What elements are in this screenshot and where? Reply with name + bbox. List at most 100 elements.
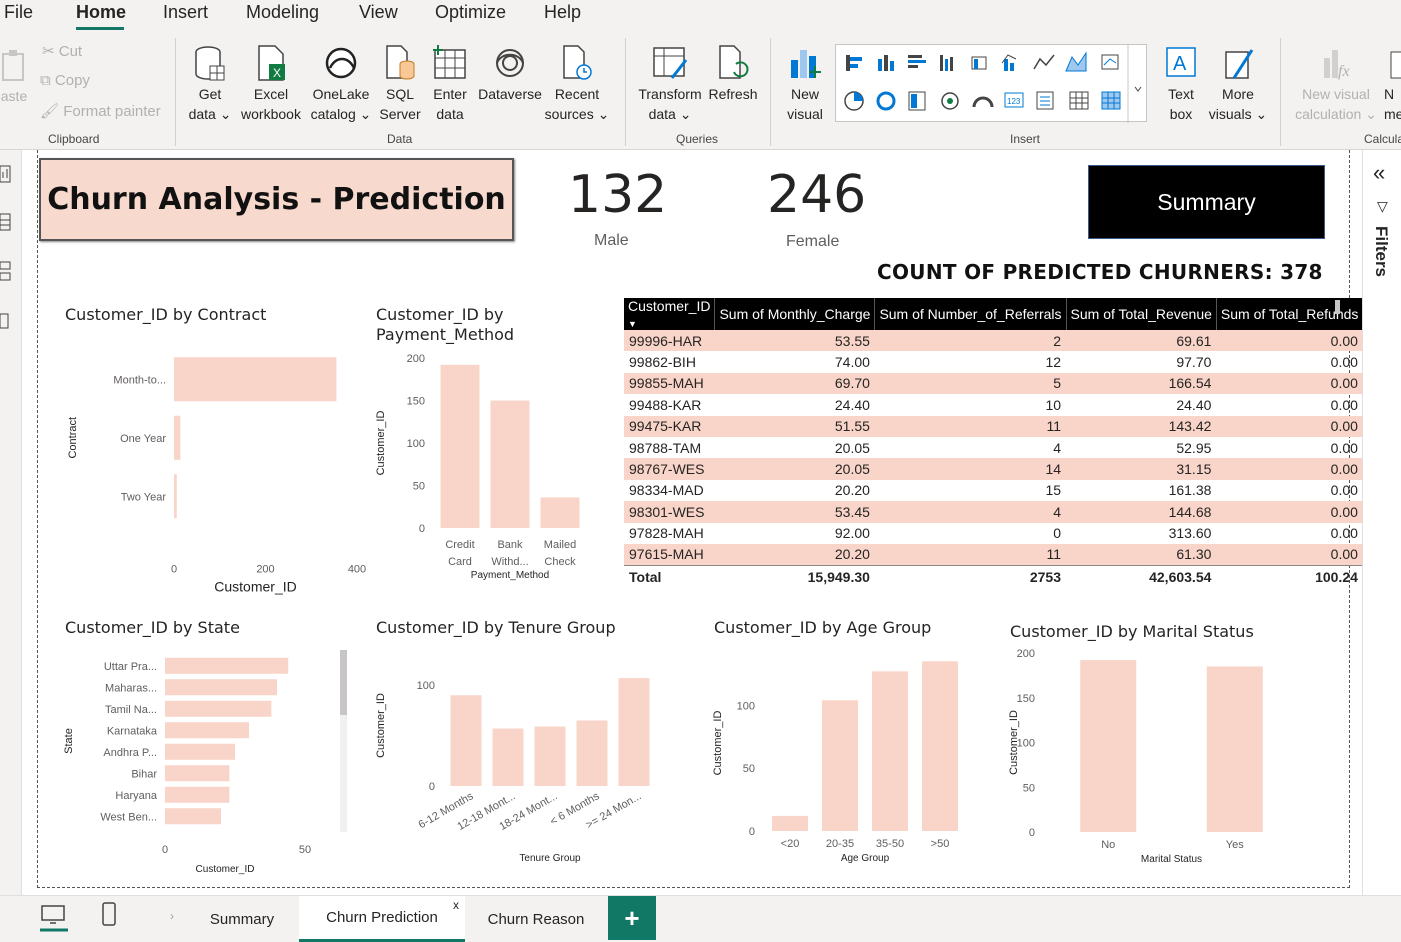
col-referrals[interactable]: Sum of Number_of_Referrals xyxy=(874,298,1067,330)
dataverse-button[interactable]: Dataverse xyxy=(476,44,544,104)
enter-data-button[interactable]: Enter data xyxy=(428,44,472,124)
bar[interactable] xyxy=(174,474,177,519)
get-data-button[interactable]: Get data ⌄ xyxy=(186,44,234,124)
bar[interactable] xyxy=(822,700,858,831)
bar[interactable] xyxy=(174,357,337,402)
bar[interactable] xyxy=(165,808,221,825)
table-scrollbar[interactable] xyxy=(1335,300,1340,314)
add-page-button[interactable]: + xyxy=(608,896,656,940)
close-tab-icon[interactable]: x xyxy=(453,898,459,912)
copy-button[interactable]: ⧉ Copy xyxy=(40,72,90,89)
format-painter-button[interactable]: 🖌 Format painter xyxy=(40,102,161,120)
bar[interactable] xyxy=(165,679,277,696)
col-monthly-charge[interactable]: Sum of Monthly_Charge xyxy=(714,298,876,330)
menu-file[interactable]: File xyxy=(4,2,33,23)
recent-sources-button[interactable]: Recent sources ⌄ xyxy=(544,44,610,124)
cut-button[interactable]: ✂ Cut xyxy=(42,42,82,60)
bar[interactable] xyxy=(576,720,608,786)
clustered-bar-icon[interactable] xyxy=(908,55,926,68)
refresh-button[interactable]: Refresh xyxy=(706,44,760,104)
collapse-chevron-icon[interactable]: « xyxy=(1373,160,1385,186)
summary-nav-button[interactable]: Summary xyxy=(1088,165,1325,239)
onelake-catalog-button[interactable]: OneLake catalog ⌄ xyxy=(306,44,376,124)
paste-button[interactable]: aste xyxy=(0,48,34,106)
report-view-icon[interactable] xyxy=(0,165,11,183)
bar[interactable] xyxy=(772,815,808,831)
bar[interactable] xyxy=(440,364,480,528)
bar[interactable] xyxy=(1206,666,1263,832)
table-row[interactable]: 99475-KAR 51.55 11 143.42 0.00 xyxy=(624,415,1363,437)
bar[interactable] xyxy=(1080,660,1137,832)
treemap-icon[interactable] xyxy=(908,91,926,111)
percent-bar-icon[interactable] xyxy=(971,56,987,70)
bar[interactable] xyxy=(165,765,230,782)
stacked-bar-icon[interactable] xyxy=(846,55,862,71)
bar[interactable] xyxy=(534,726,566,786)
bar[interactable] xyxy=(618,678,650,786)
map-icon[interactable] xyxy=(941,92,959,110)
col-total-refunds[interactable]: Sum of Total_Refunds xyxy=(1216,298,1364,330)
gauge-icon[interactable] xyxy=(972,96,994,108)
multirow-card-icon[interactable] xyxy=(1036,91,1054,110)
bar[interactable] xyxy=(174,415,181,460)
state-chart-scrollbar[interactable] xyxy=(340,650,347,832)
menu-insert[interactable]: Insert xyxy=(163,2,208,23)
col-customer-id[interactable]: Customer_ID ▼ xyxy=(624,298,716,330)
menu-optimize[interactable]: Optimize xyxy=(435,2,506,23)
menu-view[interactable]: View xyxy=(359,2,398,23)
text-box-button[interactable]: A Text box xyxy=(1156,44,1206,124)
new-measure-button[interactable]: Nme xyxy=(1384,44,1401,124)
model-view-icon[interactable] xyxy=(0,261,11,281)
state-chart-scrollbar-thumb[interactable] xyxy=(340,650,347,715)
bar[interactable] xyxy=(165,786,230,803)
table-row[interactable]: 99862-BIH 74.00 12 97.70 0.00 xyxy=(624,351,1363,372)
table-row[interactable]: 99996-HAR 53.55 2 69.61 0.00 xyxy=(624,330,1363,352)
bar[interactable] xyxy=(922,661,958,831)
tab-churn-reason[interactable]: Churn Reason xyxy=(466,896,606,942)
clustered-column-icon[interactable] xyxy=(940,55,953,71)
line-column-icon[interactable] xyxy=(1001,54,1017,71)
new-visual-calculation-button[interactable]: fx New visual calculation ⌄ xyxy=(1290,44,1382,124)
table-row[interactable]: 99488-KAR 24.40 10 24.40 0.00 xyxy=(624,394,1363,415)
col-total-revenue[interactable]: Sum of Total_Revenue xyxy=(1066,298,1217,330)
sql-server-button[interactable]: SQL Server xyxy=(378,44,422,124)
tab-summary[interactable]: Summary xyxy=(186,896,298,942)
table-row[interactable]: 98788-TAM 20.05 4 52.95 0.00 xyxy=(624,437,1363,458)
donut-chart-icon[interactable] xyxy=(876,91,896,111)
bar[interactable] xyxy=(165,657,289,674)
table-row[interactable]: 98334-MAD 20.20 15 161.38 0.00 xyxy=(624,480,1363,501)
card-icon[interactable]: 123 xyxy=(1004,92,1024,108)
table-view-icon[interactable] xyxy=(0,213,11,231)
bar[interactable] xyxy=(490,400,530,529)
table-row[interactable]: 98301-WES 53.45 4 144.68 0.00 xyxy=(624,501,1363,523)
menu-home[interactable]: Home xyxy=(76,2,126,23)
bar[interactable] xyxy=(165,743,235,760)
bar[interactable] xyxy=(492,728,524,786)
filters-label[interactable]: Filters xyxy=(1371,226,1391,277)
bar[interactable] xyxy=(450,695,482,786)
table-row[interactable]: 97615-MAH 20.20 11 61.30 0.00 xyxy=(624,543,1363,566)
menu-help[interactable]: Help xyxy=(544,2,581,23)
gallery-expand-icon[interactable] xyxy=(1134,86,1142,92)
tab-churn-prediction[interactable]: Churn Prediction x xyxy=(299,896,465,942)
table-row[interactable]: 98767-WES 20.05 14 31.15 0.00 xyxy=(624,458,1363,480)
table-row[interactable]: 99855-MAH 69.70 5 166.54 0.00 xyxy=(624,372,1363,395)
transform-data-button[interactable]: Transform data ⌄ xyxy=(634,44,706,124)
table-icon[interactable] xyxy=(1069,91,1089,110)
dax-query-view-icon[interactable] xyxy=(0,313,9,329)
excel-workbook-button[interactable]: X Excel workbook xyxy=(236,44,306,124)
bar[interactable] xyxy=(872,671,908,831)
more-visuals-button[interactable]: More visuals ⌄ xyxy=(1206,44,1270,124)
tab-scroll-right-icon[interactable]: › xyxy=(170,909,174,923)
new-visual-button[interactable]: New visual xyxy=(780,44,830,124)
bar[interactable] xyxy=(165,700,272,717)
area-chart-icon[interactable] xyxy=(1065,51,1087,72)
menu-modeling[interactable]: Modeling xyxy=(246,2,319,23)
stacked-column-icon[interactable] xyxy=(878,55,894,71)
matrix-icon[interactable] xyxy=(1101,91,1121,110)
ribbon-chart-icon[interactable] xyxy=(1101,54,1119,70)
desktop-layout-icon[interactable] xyxy=(40,905,68,932)
bar[interactable] xyxy=(165,722,249,739)
pie-chart-icon[interactable] xyxy=(844,91,864,111)
line-chart-icon[interactable] xyxy=(1033,54,1055,70)
